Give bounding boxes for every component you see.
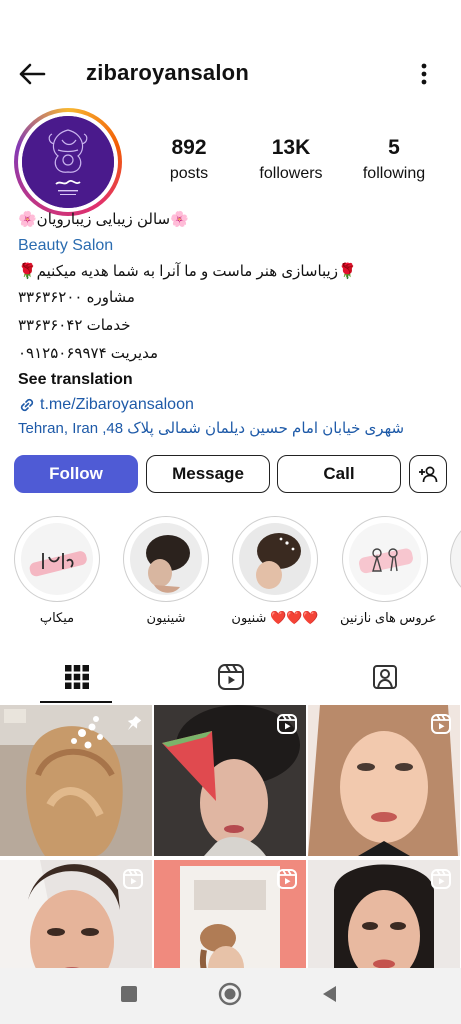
home-icon[interactable]	[218, 982, 242, 1006]
active-tab-indicator	[40, 701, 112, 703]
highlight-item[interactable]: میکاپ	[12, 516, 102, 626]
back-arrow-icon[interactable]	[16, 60, 48, 88]
highlight-label: میکاپ	[39, 610, 75, 625]
reels-icon	[217, 664, 244, 690]
highlight-cover-image	[21, 523, 93, 595]
link-text: t.me/Zibaroyansaloon	[40, 396, 194, 413]
bio-line: 🌹زیباسازی هنر ماست و ما آنرا به شما هدیه…	[18, 263, 357, 280]
recent-apps-icon[interactable]	[119, 984, 139, 1004]
tab-reels[interactable]	[154, 652, 307, 702]
highlight-item[interactable]: شنیون ❤️❤️❤️	[230, 516, 320, 626]
message-button[interactable]: Message	[146, 455, 270, 493]
call-button[interactable]: Call	[277, 455, 401, 493]
more-options-icon[interactable]	[412, 60, 436, 88]
address-link[interactable]: شهری خیابان امام حسین دیلمان شمالی پلاک …	[18, 419, 447, 439]
bio-line: مشاوره ۳۳۶۳۶۲۰۰	[18, 289, 135, 306]
highlight-item[interactable]: شینیون	[121, 516, 211, 626]
reel-icon	[277, 869, 297, 889]
follow-button[interactable]: Follow	[14, 455, 138, 493]
profile-name: 🌸سالن زیبایی زیبارویان🌸	[18, 211, 189, 228]
stat-label: following	[362, 165, 426, 182]
highlight-label: شینیون	[146, 610, 186, 625]
see-translation-link[interactable]: See translation	[18, 370, 447, 390]
link-icon	[20, 398, 34, 412]
profile-tabs	[0, 652, 461, 703]
profile-username: zibaroyansalon	[86, 60, 249, 85]
grid-icon	[64, 665, 89, 689]
back-nav-icon[interactable]	[320, 984, 340, 1004]
suggest-people-button[interactable]	[409, 455, 447, 493]
avatar[interactable]	[22, 116, 114, 208]
top-bar: zibaroyansalon	[0, 48, 461, 100]
highlight-label: عروس های نازنین	[340, 610, 437, 625]
post-thumbnail[interactable]	[154, 705, 306, 856]
reel-icon	[431, 714, 451, 734]
stat-value: 892	[171, 136, 207, 159]
highlight-cover-image	[130, 523, 202, 595]
tab-posts-grid[interactable]	[0, 652, 153, 702]
salon-logo-icon	[22, 116, 114, 208]
hearts-emoji: ❤️❤️❤️	[270, 610, 319, 625]
bio-line: مدیریت ۰۹۱۲۵۰۶۹۹۷۴	[18, 345, 159, 362]
reel-icon	[277, 714, 297, 734]
followers-count[interactable]: 13K followers	[236, 136, 346, 186]
post-thumbnail[interactable]	[0, 705, 152, 856]
tab-tagged[interactable]	[308, 652, 461, 702]
stat-label: followers	[259, 165, 323, 182]
post-thumbnail[interactable]	[308, 705, 460, 856]
reel-icon	[123, 869, 143, 889]
highlight-label: شنیون ❤️❤️❤️	[231, 610, 319, 625]
stat-value: 5	[388, 136, 400, 159]
profile-link[interactable]: t.me/Zibaroyansaloon	[18, 395, 447, 415]
story-ring[interactable]	[14, 108, 122, 216]
stat-value: 13K	[271, 136, 311, 159]
highlight-cover-image	[239, 523, 311, 595]
highlight-item-partial[interactable]	[450, 516, 461, 602]
tagged-icon	[372, 665, 397, 689]
posts-count[interactable]: 892 posts	[134, 136, 244, 186]
stat-label: posts	[169, 165, 209, 182]
system-navigation-bar	[0, 968, 461, 1024]
following-count[interactable]: 5 following	[339, 136, 449, 186]
highlight-item[interactable]: عروس های نازنین	[340, 516, 437, 626]
profile-category: Beauty Salon	[18, 237, 114, 254]
highlight-cover-image	[349, 523, 421, 595]
reel-icon	[431, 869, 451, 889]
pin-icon	[127, 715, 142, 731]
add-person-icon	[419, 466, 438, 483]
posts-grid	[0, 705, 461, 1011]
bio-line: خدمات ۳۳۶۳۶۰۴۲	[18, 317, 131, 334]
